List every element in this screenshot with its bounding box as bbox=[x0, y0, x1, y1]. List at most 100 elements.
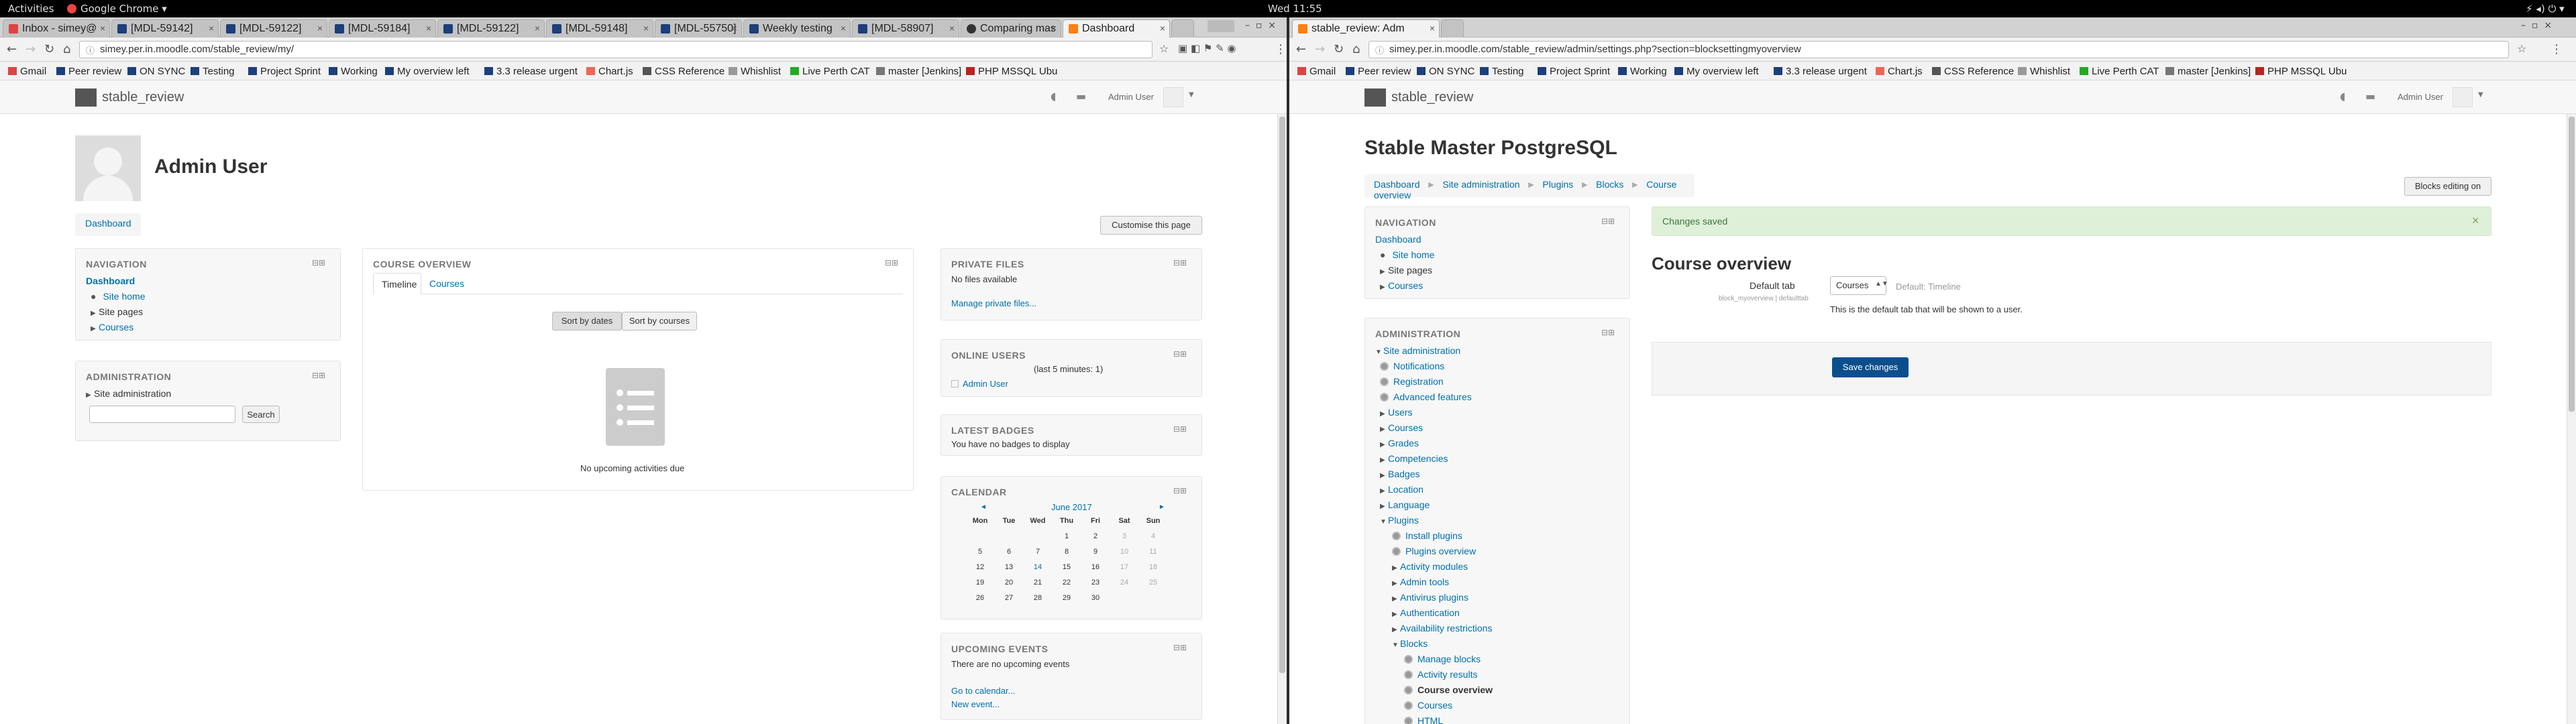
breadcrumb-plugins[interactable]: Plugins bbox=[1542, 179, 1573, 190]
bookmark[interactable]: Whishlist bbox=[2018, 66, 2070, 77]
calendar-day[interactable]: 9 bbox=[1082, 548, 1109, 556]
bookmark[interactable]: Peer review bbox=[56, 66, 121, 77]
calendar-day[interactable]: 25 bbox=[1140, 579, 1167, 587]
bell-icon[interactable]: ◖ bbox=[2340, 90, 2345, 103]
admin-tree-item[interactable]: Registration bbox=[1380, 376, 1444, 387]
nav-site-pages[interactable]: Site pages bbox=[99, 306, 143, 317]
close-tab-icon[interactable]: × bbox=[841, 23, 846, 34]
bookmark[interactable]: Chart.js bbox=[1876, 66, 1923, 77]
bookmark[interactable]: Project Sprint bbox=[248, 66, 321, 77]
manage-private-files-link[interactable]: Manage private files... bbox=[951, 298, 1036, 308]
breadcrumb-dashboard[interactable]: Dashboard bbox=[85, 218, 131, 229]
nav-site-pages[interactable]: Site pages bbox=[1388, 265, 1432, 276]
window-controls[interactable]: – ▫ × bbox=[2521, 20, 2552, 31]
admin-tree-item[interactable]: ▶ Language bbox=[1380, 499, 1430, 510]
breadcrumb-dashboard[interactable]: Dashboard bbox=[1374, 179, 1420, 190]
nav-dashboard[interactable]: Dashboard bbox=[1375, 234, 1421, 245]
home-icon[interactable]: ⌂ bbox=[1352, 42, 1360, 56]
back-icon[interactable]: ← bbox=[1296, 42, 1306, 56]
caret-right-icon[interactable]: ▶ bbox=[1380, 284, 1388, 291]
calendar-day[interactable]: 4 bbox=[1140, 532, 1167, 540]
caret-down-icon[interactable]: ▼ bbox=[1375, 349, 1383, 356]
calendar-day[interactable]: 2 bbox=[1082, 532, 1109, 540]
calendar-day[interactable]: 11 bbox=[1140, 548, 1167, 556]
breadcrumb-blocks[interactable]: Blocks bbox=[1596, 179, 1623, 190]
browser-tab[interactable]: [MDL-59184] × bbox=[329, 19, 436, 38]
admin-tree-item[interactable]: ▶ Antivirus plugins bbox=[1392, 592, 1468, 603]
admin-tree-item[interactable]: Course overview bbox=[1404, 684, 1493, 695]
site-logo[interactable] bbox=[1364, 88, 1386, 107]
block-controls-icon[interactable]: ⊟⊞ bbox=[1173, 258, 1187, 267]
clock[interactable]: Wed 11:55 bbox=[1268, 3, 1322, 15]
browser-tab[interactable]: Comparing mas × bbox=[961, 19, 1061, 38]
reload-icon[interactable]: ↻ bbox=[44, 42, 54, 56]
chevron-down-icon[interactable]: ▼ bbox=[2478, 91, 2483, 99]
caret-right-icon[interactable]: ▶ bbox=[86, 391, 94, 399]
admin-tree-item[interactable]: ▶ Authentication bbox=[1392, 607, 1460, 618]
bookmark[interactable]: Working bbox=[329, 66, 378, 77]
bookmark[interactable]: CSS Reference bbox=[1932, 66, 2014, 77]
browser-tab[interactable]: [MDL-58907] × bbox=[852, 19, 959, 38]
admin-tree-item[interactable]: ▶ Availability restrictions bbox=[1392, 623, 1492, 634]
bookmark[interactable]: Working bbox=[1618, 66, 1667, 77]
online-user-link[interactable]: Admin User bbox=[963, 379, 1008, 389]
admin-tree-item[interactable]: Advanced features bbox=[1380, 391, 1472, 402]
calendar-day[interactable]: 1 bbox=[1053, 532, 1080, 540]
browser-tab[interactable]: Weekly testing × bbox=[743, 19, 851, 38]
admin-tree-item[interactable]: ▶ Badges bbox=[1380, 469, 1419, 479]
customise-page-button[interactable]: Customise this page bbox=[1100, 216, 1202, 235]
reload-icon[interactable]: ↻ bbox=[1334, 42, 1344, 56]
new-event-link[interactable]: New event... bbox=[951, 699, 1000, 709]
bookmark[interactable]: 3.3 release urgent bbox=[484, 66, 578, 77]
bookmark[interactable]: master [Jenkins] bbox=[876, 66, 961, 77]
calendar-day[interactable]: 26 bbox=[967, 594, 994, 602]
calendar-day[interactable]: 15 bbox=[1053, 563, 1080, 571]
bookmark[interactable]: Live Perth CAT bbox=[2080, 66, 2159, 77]
calendar-day[interactable]: 19 bbox=[967, 579, 994, 587]
bookmark[interactable]: ON SYNC bbox=[127, 66, 185, 77]
back-icon[interactable]: ← bbox=[7, 42, 17, 56]
browser-tab[interactable]: [MDL-59142] × bbox=[111, 19, 219, 38]
block-controls-icon[interactable]: ⊟⊞ bbox=[1173, 349, 1187, 359]
admin-tree-item[interactable]: ▶ Courses bbox=[1380, 422, 1423, 433]
bookmark[interactable]: Testing bbox=[191, 66, 235, 77]
scrollbar[interactable] bbox=[1277, 114, 1287, 724]
block-controls-icon[interactable]: ⊟⊞ bbox=[1601, 217, 1615, 226]
admin-tree-item[interactable]: Install plugins bbox=[1392, 530, 1462, 541]
block-controls-icon[interactable]: ⊟⊞ bbox=[1173, 643, 1187, 652]
bookmark[interactable]: 3.3 release urgent bbox=[1774, 66, 1867, 77]
admin-site-administration[interactable]: Site administration bbox=[94, 388, 171, 399]
admin-search-button[interactable]: Search bbox=[242, 406, 280, 423]
default-tab-select[interactable]: Courses ▲▼ bbox=[1830, 276, 1888, 295]
browser-tab[interactable]: [MDL-55750] × bbox=[655, 19, 742, 38]
user-menu-name[interactable]: Admin User bbox=[2398, 92, 2443, 102]
block-controls-icon[interactable]: ⊟⊞ bbox=[312, 371, 325, 380]
calendar-day[interactable]: 8 bbox=[1053, 548, 1080, 556]
bookmark[interactable]: master [Jenkins] bbox=[2165, 66, 2251, 77]
new-tab-button[interactable] bbox=[1441, 19, 1464, 38]
new-tab-button[interactable] bbox=[1171, 19, 1194, 38]
extension-icons[interactable]: ▣ ◧ ⚑ ✎ ◉ bbox=[1178, 42, 1236, 54]
admin-tree-item[interactable]: Notifications bbox=[1380, 361, 1444, 371]
nav-courses[interactable]: Courses bbox=[99, 322, 133, 333]
caret-right-icon[interactable]: ▶ bbox=[91, 310, 99, 317]
admin-tree-item[interactable]: Manage blocks bbox=[1404, 654, 1481, 664]
calendar-day[interactable]: 6 bbox=[996, 548, 1022, 556]
close-tab-icon[interactable]: × bbox=[643, 23, 649, 34]
sort-by-dates-button[interactable]: Sort by dates bbox=[552, 312, 622, 330]
bookmark[interactable]: Chart.js bbox=[586, 66, 633, 77]
calendar-day[interactable]: 20 bbox=[996, 579, 1022, 587]
bookmark[interactable]: Gmail bbox=[8, 66, 46, 77]
block-controls-icon[interactable]: ⊟⊞ bbox=[1601, 328, 1615, 337]
admin-tree-item[interactable]: ▶ Users bbox=[1380, 407, 1413, 418]
system-status-icons[interactable]: ⚡ ◂) ⏻ ▾ bbox=[2526, 3, 2565, 15]
close-tab-icon[interactable]: × bbox=[317, 23, 323, 34]
admin-tree-item[interactable]: Plugins overview bbox=[1392, 546, 1476, 556]
breadcrumb-site-administration[interactable]: Site administration bbox=[1442, 179, 1519, 190]
admin-tree-item[interactable]: ▶ Grades bbox=[1380, 438, 1419, 448]
bell-icon[interactable]: ◖ bbox=[1051, 90, 1056, 103]
close-tab-icon[interactable]: × bbox=[1430, 23, 1435, 34]
admin-tree-item[interactable]: ▶ Activity modules bbox=[1392, 561, 1468, 572]
close-tab-icon[interactable]: × bbox=[949, 23, 955, 34]
browser-tab[interactable]: [MDL-59122] × bbox=[437, 19, 545, 38]
